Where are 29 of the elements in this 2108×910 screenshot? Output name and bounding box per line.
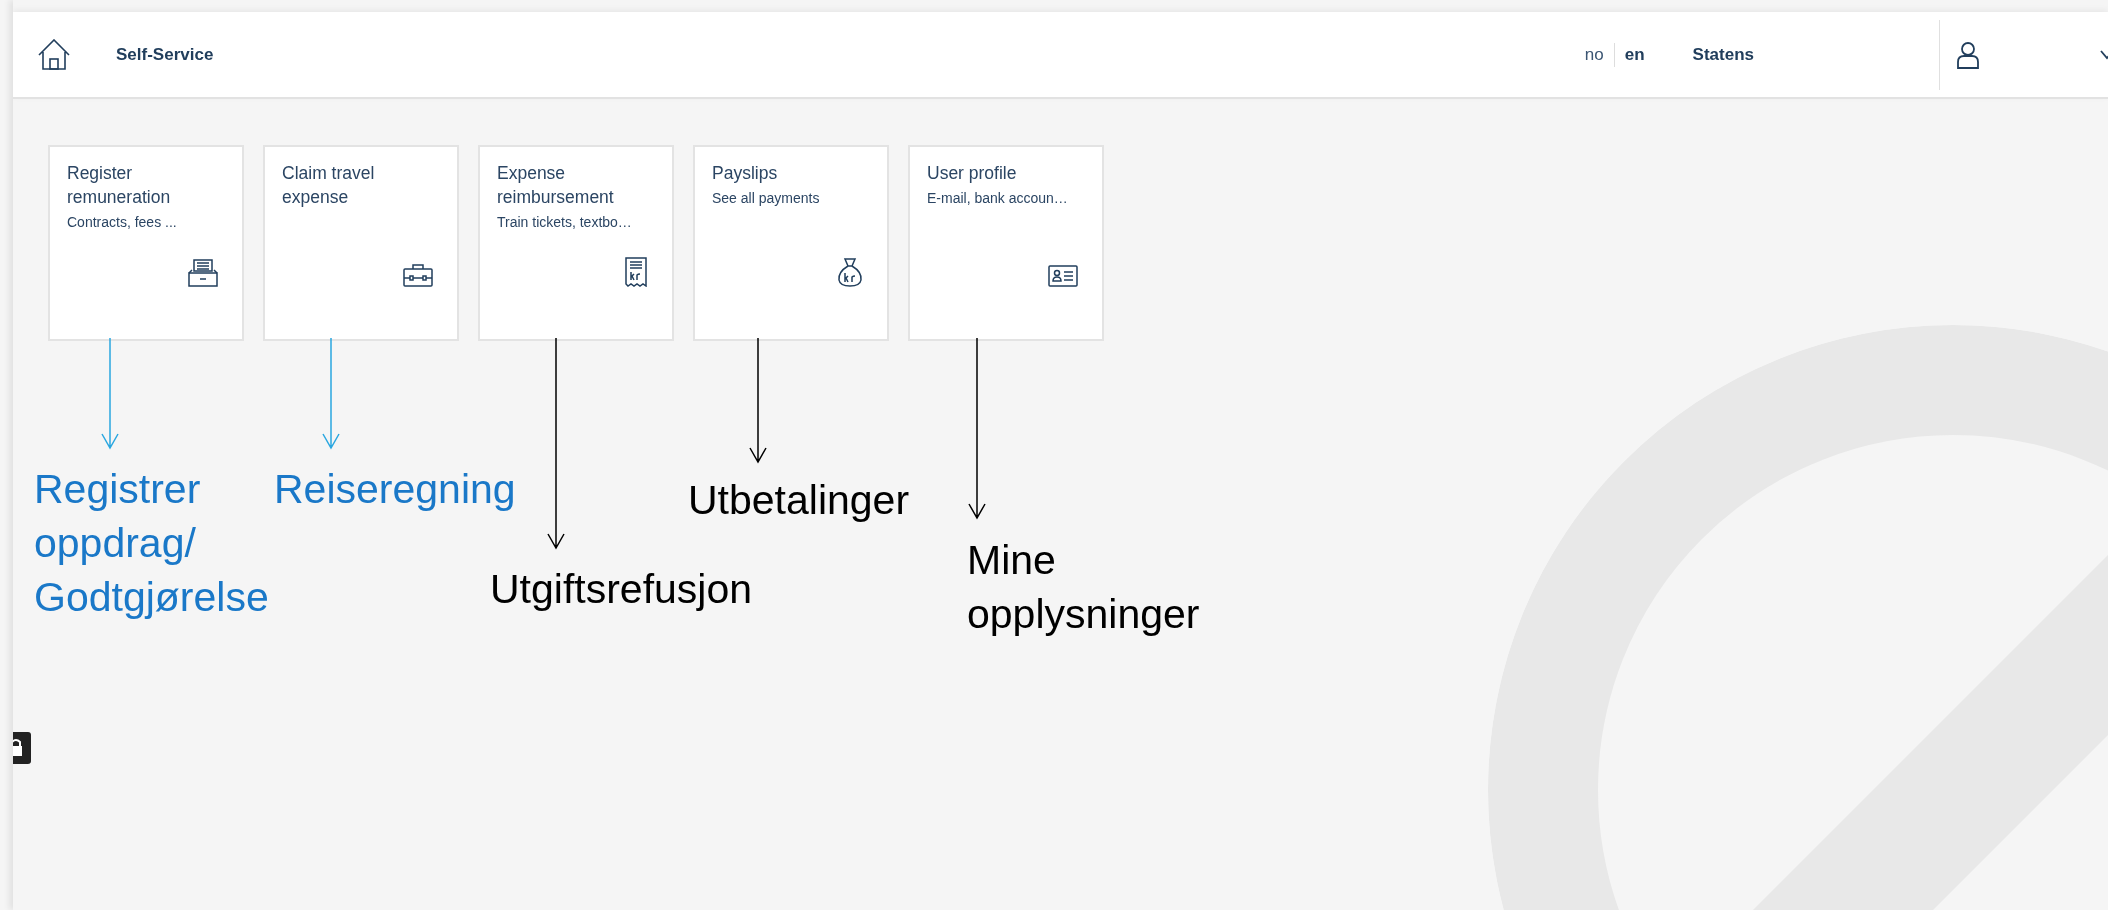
language-option[interactable]: no	[1574, 42, 1614, 67]
receipt-icon	[624, 257, 648, 287]
id-card-icon	[1048, 265, 1078, 287]
tile-subtitle: See all payments	[712, 189, 821, 208]
money-bag-icon	[837, 257, 863, 287]
tile-title: User profile	[927, 162, 1018, 185]
service-tile[interactable]: Register remuneration Contracts, fees ...	[48, 145, 244, 341]
service-tile[interactable]: Expense reimbursement Train tickets, textbo…	[478, 145, 674, 341]
service-tile[interactable]: Claim travel expense	[263, 145, 459, 341]
service-tile[interactable]: User profile E-mail, bank accoun…	[908, 145, 1104, 341]
home-icon[interactable]	[38, 38, 70, 71]
annotation-label: Reiseregning	[274, 465, 517, 514]
file-drawer-icon	[188, 259, 218, 287]
tile-subtitle: Contracts, fees ...	[67, 213, 178, 232]
tile-title: Register remuneration	[67, 162, 172, 209]
tile-title: Claim travel expense	[282, 162, 376, 209]
service-tile[interactable]: Payslips See all payments	[693, 145, 889, 341]
organization-name[interactable]: Statens	[1692, 44, 1754, 65]
tile-subtitle: E-mail, bank accoun…	[927, 189, 1069, 208]
user-icon[interactable]	[1956, 40, 1980, 69]
annotation-label: Mine opplysninger	[967, 536, 1201, 639]
tile-title: Payslips	[712, 162, 779, 185]
language-option[interactable]: en	[1613, 42, 1655, 67]
tile-subtitle: Train tickets, textbo…	[497, 213, 633, 232]
annotation-label: Utbetalinger	[688, 476, 911, 525]
annotation-label: Utgiftsrefusjon	[490, 565, 754, 614]
app-title: Self-Service	[116, 44, 214, 65]
briefcase-icon	[403, 263, 433, 287]
tile-title: Expense reimbursement	[497, 162, 615, 209]
